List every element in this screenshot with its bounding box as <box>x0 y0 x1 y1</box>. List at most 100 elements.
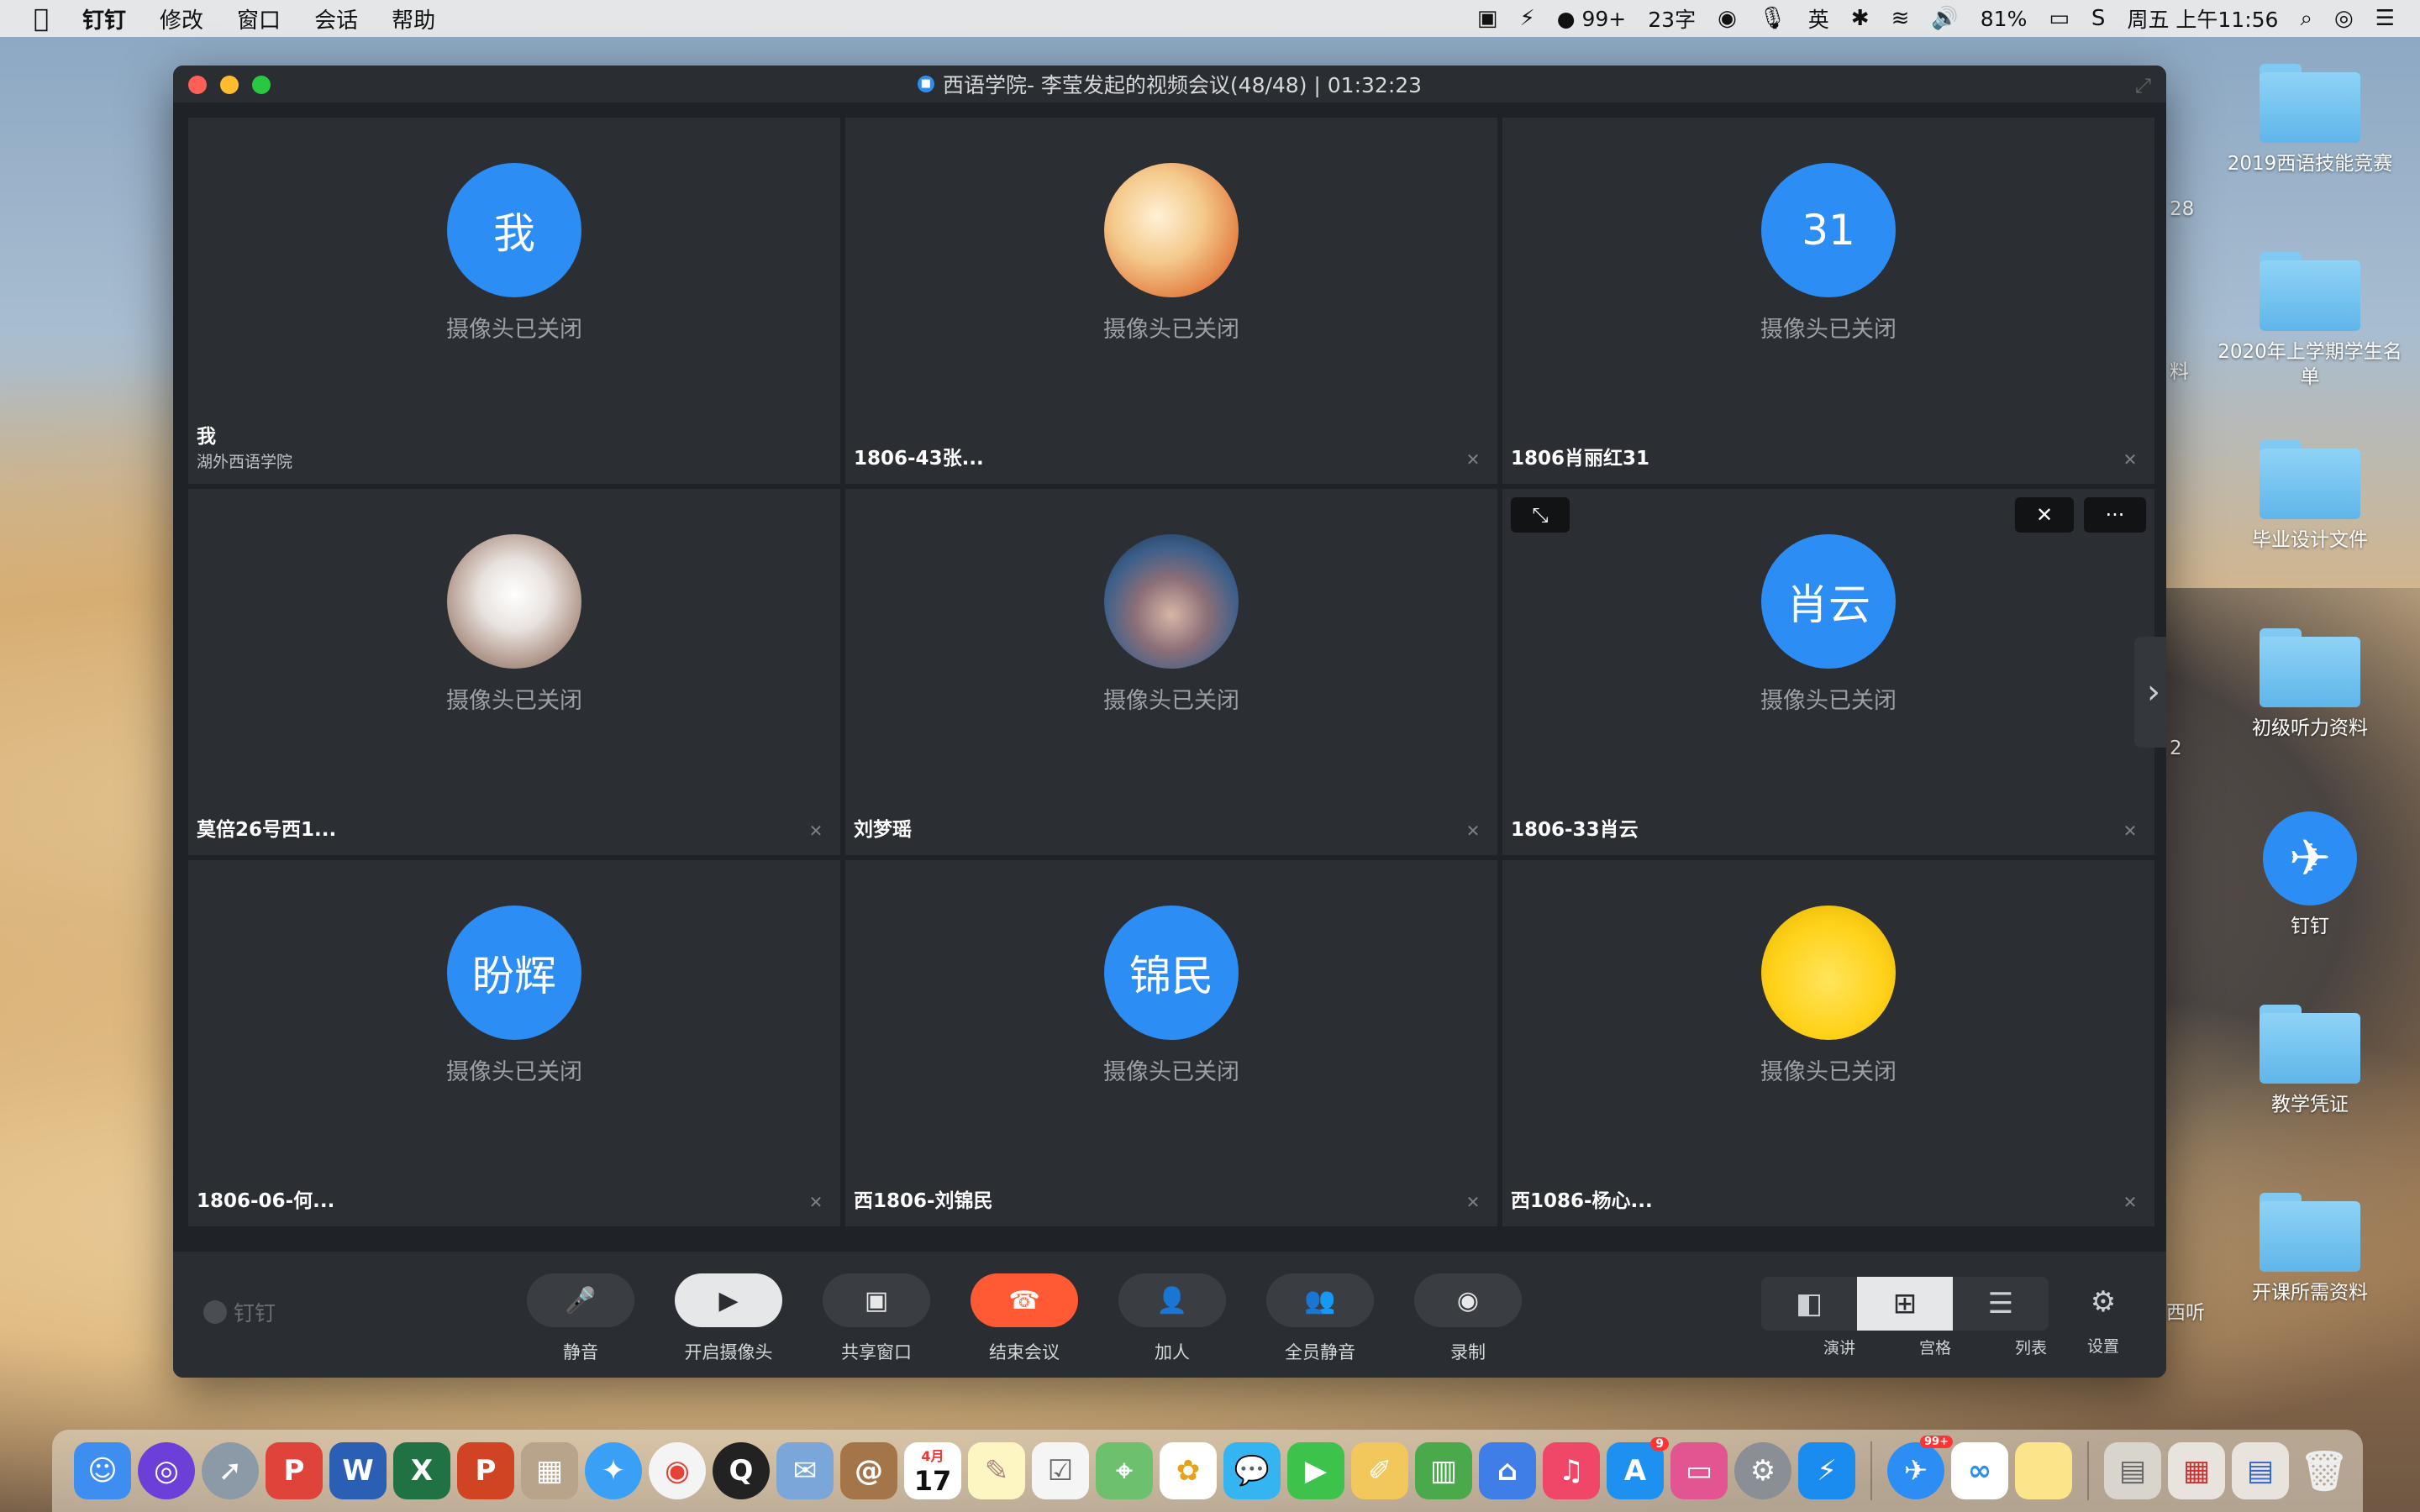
mic-status-icon[interactable]: 🎙 <box>1759 6 1786 31</box>
desktop-folder-listening[interactable]: 初级听力资料 <box>2213 628 2407 741</box>
mute-all-icon[interactable]: 👥 <box>1266 1273 1374 1327</box>
record-icon[interactable]: ◉ <box>1414 1273 1522 1327</box>
menu-clock[interactable]: 周五 上午11:56 <box>2127 3 2278 34</box>
participant-tile[interactable]: 锦民 摄像头已关闭 西1806-刘锦民 ✕ <box>845 860 1497 1226</box>
participant-tile[interactable]: 摄像头已关闭 西1086-杨心... ✕ <box>1502 860 2154 1226</box>
share-window-button[interactable]: ▣ 共享窗口 <box>822 1273 931 1364</box>
desktop-folder-graduation[interactable]: 毕业设计文件 <box>2213 440 2407 553</box>
word-icon[interactable]: W <box>329 1442 387 1499</box>
contacts-icon[interactable]: @ <box>840 1442 897 1499</box>
powerpoint-icon[interactable]: P <box>457 1442 514 1499</box>
view-grid-button[interactable]: ⊞ <box>1857 1277 1953 1331</box>
participant-tile[interactable]: 31 摄像头已关闭 1806肖丽红31 ✕ <box>1502 118 2154 484</box>
keynote-icon[interactable]: ⌂ <box>1479 1442 1536 1499</box>
menu-window[interactable]: 窗口 <box>237 3 281 34</box>
start-camera-button[interactable]: ▶ 开启摄像头 <box>674 1273 783 1364</box>
photos-icon[interactable]: ✿ <box>1160 1442 1217 1499</box>
battery-icon[interactable]: ▭ <box>2049 6 2070 31</box>
mute-all-button[interactable]: 👥 全员静音 <box>1265 1273 1375 1364</box>
window-titlebar[interactable]: ■ 西语学院- 李莹发起的视频会议(48/48) | 01:32:23 ⤢ <box>173 66 2166 102</box>
fullscreen-icon[interactable]: ⤢ <box>2135 74 2151 97</box>
camera-off-icon[interactable]: ▶ <box>675 1273 782 1327</box>
bolt-icon[interactable]: ⚡ <box>1519 6 1534 31</box>
launchpad-icon[interactable]: ➚ <box>202 1442 259 1499</box>
sogou-icon[interactable]: S <box>2091 6 2106 31</box>
system-preferences-icon[interactable]: ⚙ <box>1734 1442 1791 1499</box>
siri-icon[interactable]: ◎ <box>2334 6 2354 31</box>
status-notifications[interactable]: ● 99+ <box>1557 7 1627 31</box>
microphone-icon[interactable]: 🎤 <box>527 1273 634 1327</box>
view-list-button[interactable]: ☰ <box>1953 1277 2049 1331</box>
mute-participant-icon[interactable]: ✕ <box>2015 497 2074 533</box>
menu-session[interactable]: 会话 <box>314 3 358 34</box>
spotlight-search-icon[interactable]: ⌕ <box>2300 6 2312 32</box>
qq-icon[interactable]: Q <box>713 1442 770 1499</box>
excel-icon[interactable]: X <box>393 1442 450 1499</box>
reminders-icon[interactable]: ☑ <box>1032 1442 1089 1499</box>
calendar-icon[interactable]: 4月 17 <box>904 1442 961 1499</box>
numbers-icon[interactable]: ▥ <box>1415 1442 1472 1499</box>
safari-icon[interactable]: ✦ <box>585 1442 642 1499</box>
view-speaker-button[interactable]: ◧ <box>1761 1277 1857 1331</box>
bluetooth-icon[interactable]: ✱ <box>1851 6 1870 31</box>
app-store-icon[interactable]: A 9 <box>1607 1437 1669 1499</box>
shortcut-app-icon[interactable]: ⚡ <box>1798 1442 1855 1499</box>
menu-edit[interactable]: 修改 <box>160 3 203 34</box>
desktop-folder-course[interactable]: 开课所需资料 <box>2213 1193 2407 1305</box>
expand-icon[interactable]: ⤡ <box>1511 497 1570 533</box>
desktop-app-dingtalk[interactable]: ✈ 钉钉 <box>2213 811 2407 939</box>
finder-icon[interactable]: ☺ <box>74 1442 131 1499</box>
baidu-netdisk-icon[interactable]: ∞ <box>1951 1442 2008 1499</box>
wifi-icon[interactable]: ≋ <box>1891 6 1910 31</box>
status-word-count[interactable]: 23字 <box>1648 3 1696 34</box>
maps-icon[interactable]: ⌖ <box>1096 1442 1153 1499</box>
documents-stack-icon[interactable]: ▤ <box>2104 1442 2161 1499</box>
control-center-icon[interactable]: ☰ <box>2375 6 2395 31</box>
dingtalk-dock-icon[interactable]: ✈ 99+ <box>1887 1436 1953 1499</box>
participant-tile[interactable]: 盼辉 摄像头已关闭 1806-06-何... ✕ <box>188 860 840 1226</box>
participant-tile[interactable]: 摄像头已关闭 刘梦瑶 ✕ <box>845 489 1497 855</box>
volume-icon[interactable]: 🔊 <box>1931 6 1958 31</box>
input-method[interactable]: 英 <box>1808 3 1829 34</box>
messages-icon[interactable]: 💬 <box>1223 1442 1281 1499</box>
notes-icon[interactable]: ✎ <box>968 1442 1025 1499</box>
stickies-icon[interactable] <box>2015 1442 2072 1499</box>
downloads-stack-icon[interactable]: ▦ <box>2168 1442 2225 1499</box>
music-icon[interactable]: ♫ <box>1543 1442 1600 1499</box>
record-button[interactable]: ◉ 录制 <box>1413 1273 1523 1364</box>
minimize-window-button[interactable] <box>220 76 239 94</box>
pages-icon[interactable]: ✐ <box>1351 1442 1408 1499</box>
chrome-icon[interactable]: ◉ <box>649 1442 706 1499</box>
desktop-folder-2019[interactable]: 2019西语技能竞赛 <box>2213 64 2407 176</box>
next-page-chevron-icon[interactable]: › <box>2134 637 2166 748</box>
menu-app-name[interactable]: 钉钉 <box>82 3 126 34</box>
mute-button[interactable]: 🎤 静音 <box>526 1273 635 1364</box>
mail-icon[interactable]: ✉ <box>776 1442 834 1499</box>
input-icon[interactable]: ◉ <box>1718 6 1737 31</box>
siri-icon[interactable]: ◎ <box>138 1442 195 1499</box>
menu-help[interactable]: 帮助 <box>392 3 435 34</box>
more-options-button[interactable]: ··· <box>2084 497 2146 533</box>
trash-icon[interactable]: 🗑 <box>2296 1442 2353 1499</box>
desktop-folder-2020[interactable]: 2020年上学期学生名单 <box>2213 252 2407 390</box>
share-screen-icon[interactable]: ▣ <box>823 1273 930 1327</box>
apple-menu-icon[interactable]:  <box>34 4 49 34</box>
participant-tile[interactable]: 我 摄像头已关闭 我 湖外西语学院 <box>188 118 840 484</box>
pdf-expert-icon[interactable]: P <box>266 1442 323 1499</box>
screen-app-icon[interactable]: ▭ <box>1670 1442 1728 1499</box>
archive-utility-icon[interactable]: ▦ <box>521 1442 578 1499</box>
facetime-icon[interactable]: ▶ <box>1287 1442 1344 1499</box>
add-person-button[interactable]: 👤 加人 <box>1118 1273 1227 1364</box>
end-meeting-button[interactable]: ☎ 结束会议 <box>970 1273 1079 1364</box>
settings-button[interactable]: ⚙ 设置 <box>2087 1285 2119 1357</box>
files-stack-icon[interactable]: ▤ <box>2232 1442 2289 1499</box>
desktop-folder-teaching[interactable]: 教学凭证 <box>2213 1005 2407 1117</box>
add-person-icon[interactable]: 👤 <box>1118 1273 1226 1327</box>
zoom-window-button[interactable] <box>252 76 271 94</box>
participant-tile-hovered[interactable]: ⤡ ✕ ··· 肖云 摄像头已关闭 1806-33肖云 ✕ › <box>1502 489 2166 855</box>
battery-percent[interactable]: 81% <box>1981 7 2028 31</box>
notification-center-icon[interactable]: ▣ <box>1477 6 1498 31</box>
participant-tile[interactable]: 摄像头已关闭 1806-43张... ✕ <box>845 118 1497 484</box>
close-window-button[interactable] <box>188 76 207 94</box>
participant-tile[interactable]: 摄像头已关闭 莫倍26号西1... ✕ <box>188 489 840 855</box>
